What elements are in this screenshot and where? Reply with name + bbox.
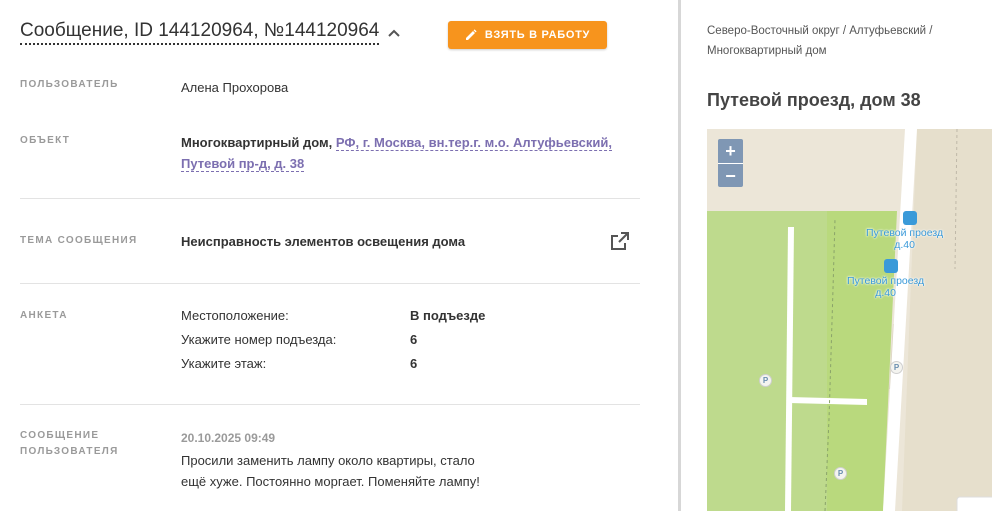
question-location: Местоположение: [181,308,289,323]
breadcrumb: Северо-Восточный округ / Алтуфьевский / … [707,21,987,61]
bus-stop-house: д.40 [875,287,896,299]
question-entrance: Укажите номер подъезда: [181,332,337,347]
map-zoom-controls: + − [718,139,743,187]
topic-label: ТЕМА СООБЩЕНИЯ [20,235,138,246]
take-to-work-button[interactable]: ВЗЯТЬ В РАБОТУ [448,21,607,49]
user-label: ПОЛЬЗОВАТЕЛЬ [20,79,119,90]
divider [20,283,640,284]
zoom-in-button[interactable]: + [718,139,743,163]
question-floor: Укажите этаж: [181,356,267,371]
message-date: 20.10.2025 09:49 [181,431,276,445]
answer-entrance: 6 [410,332,418,347]
parking-icon[interactable]: P [834,467,847,480]
title-row: Сообщение, ID 144120964, №144120964 [20,20,401,45]
message-label-line1: СООБЩЕНИЕ [20,430,100,441]
take-to-work-label: ВЗЯТЬ В РАБОТУ [484,29,591,41]
bus-stop-label: Путевой проезд д.40 [866,227,943,251]
object-address-link[interactable]: РФ, г. Москва, вн.тер.г. м.о. Алтуфьевск… [335,135,612,151]
chevron-up-icon[interactable] [387,26,401,40]
page-title[interactable]: Сообщение, ID 144120964, №144120964 [20,20,380,45]
topic-value: Неисправность элементов освещения дома [181,234,466,249]
message-text-line1: Просили заменить лампу около квартиры, с… [181,453,475,468]
message-panel: Сообщение, ID 144120964, №144120964 ВЗЯТ… [0,0,678,511]
message-text: Просили заменить лампу около квартиры, с… [181,450,511,492]
map-background [707,129,992,511]
bus-stop-house: д.40 [894,239,915,251]
map[interactable]: + − Путевой проезд д.40 Путевой проезд д… [707,129,992,511]
breadcrumb-line2: Многоквартирный дом [707,45,827,57]
parking-icon[interactable]: P [759,374,772,387]
answer-floor: 6 [410,356,418,371]
zoom-out-button[interactable]: − [718,163,743,187]
message-label: СООБЩЕНИЕ ПОЛЬЗОВАТЕЛЯ [20,428,119,460]
answer-location: В подъезде [410,308,486,323]
object-type: Многоквартирный дом, [181,135,333,150]
open-external-icon[interactable] [610,231,630,251]
address-title: Путевой проезд, дом 38 [707,90,921,110]
app-root: Сообщение, ID 144120964, №144120964 ВЗЯТ… [0,0,992,511]
pencil-icon [465,29,477,40]
bus-stop-icon[interactable] [884,259,898,273]
object-label: ОБЪЕКТ [20,135,71,146]
object-value: Многоквартирный дом, РФ, г. Москва, вн.т… [181,132,631,174]
breadcrumb-line1: Северо-Восточный округ / Алтуфьевский / [707,25,933,37]
message-label-line2: ПОЛЬЗОВАТЕЛЯ [20,446,119,457]
location-panel: Северо-Восточный округ / Алтуфьевский / … [681,0,992,511]
bus-stop-name: Путевой проезд [866,227,944,239]
parking-icon[interactable]: P [890,361,903,374]
form-label: АНКЕТА [20,310,68,321]
message-text-line2: ещё хуже. Постоянно моргает. Поменяйте л… [181,474,480,489]
bus-stop-label: Путевой проезд д.40 [847,275,924,299]
user-value: Алена Прохорова [181,80,289,95]
object-address-link-line2[interactable]: Путевой пр-д, д. 38 [181,156,305,172]
bus-stop-icon[interactable] [903,211,917,225]
bus-stop-name: Путевой проезд [847,275,925,287]
divider [20,198,640,199]
divider [20,404,640,405]
